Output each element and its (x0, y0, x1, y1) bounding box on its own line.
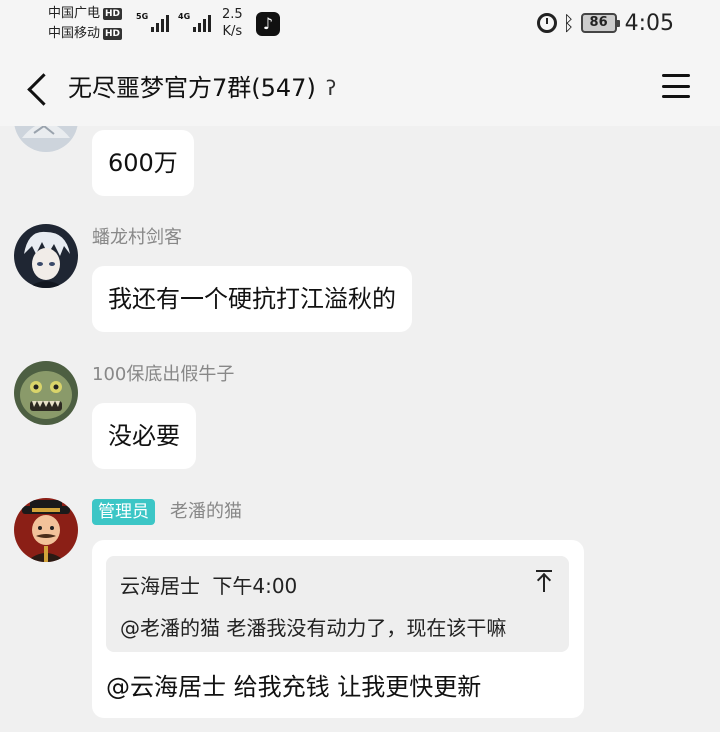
message-bubble[interactable]: 600万 (92, 130, 194, 196)
hd-badge: HD (103, 8, 123, 20)
alarm-icon (536, 13, 557, 33)
chat-header: 无尽噩梦官方7群(547) ʔ (0, 52, 720, 126)
signal-5g-icon: 5G (136, 12, 170, 32)
quote-author: 云海居士 (120, 574, 200, 598)
carrier-2: 中国移动 (48, 26, 101, 41)
quoted-message[interactable]: 云海居士 下午4:00 @老潘的猫 老潘我没有动力了，现在该干嘛 (106, 556, 569, 652)
carrier-info: 中国广电 HD 中国移动 HD (48, 4, 123, 44)
message-bubble[interactable]: 没必要 (92, 403, 196, 469)
avatar[interactable] (14, 126, 78, 152)
quote-time: 下午4:00 (212, 574, 298, 598)
message-bubble[interactable]: 云海居士 下午4:00 @老潘的猫 老潘我没有动力了，现在该干嘛 @云海居士 给… (92, 540, 584, 718)
jump-to-top-icon[interactable] (535, 570, 553, 592)
status-bar: 中国广电 HD 中国移动 HD 5G 4G 2.5 K/s ♪ ᛒ 86 4:05 (0, 0, 720, 52)
network-speed: 2.5 K/s (222, 7, 243, 39)
signal-4g-icon: 4G (178, 12, 212, 32)
avatar[interactable] (14, 361, 78, 425)
quote-header: 云海居士 下午4:00 (120, 570, 297, 599)
message-bubble[interactable]: 我还有一个硬抗打江溢秋的 (92, 266, 412, 332)
hd-badge: HD (103, 28, 123, 40)
back-button[interactable] (22, 68, 58, 108)
sender-name[interactable]: 老潘的猫 (170, 500, 242, 524)
status-time: 4:05 (624, 10, 674, 36)
bluetooth-icon: ᛒ (562, 11, 575, 35)
ear-icon[interactable]: ʔ (326, 76, 336, 100)
admin-badge: 管理员 (92, 499, 155, 525)
sender-name[interactable]: 蟠龙村剑客 (92, 226, 182, 250)
chat-title[interactable]: 无尽噩梦官方7群(547) (68, 72, 316, 104)
carrier-1: 中国广电 (48, 6, 101, 21)
tiktok-icon: ♪ (256, 12, 280, 36)
message-text: @云海居士 给我充钱 让我更快更新 (106, 673, 482, 701)
avatar[interactable] (14, 224, 78, 288)
sender-name[interactable]: 100保底出假牛子 (92, 363, 234, 387)
quote-text: @老潘的猫 老潘我没有动力了，现在该干嘛 (120, 616, 507, 640)
avatar[interactable] (14, 498, 78, 562)
menu-button[interactable] (662, 74, 690, 98)
message-list[interactable]: 600万 蟠龙村剑客 我还有一个硬抗打江溢秋的 100保底出假牛子 没必要 管理… (0, 126, 720, 732)
battery-icon: 86 (580, 13, 620, 33)
